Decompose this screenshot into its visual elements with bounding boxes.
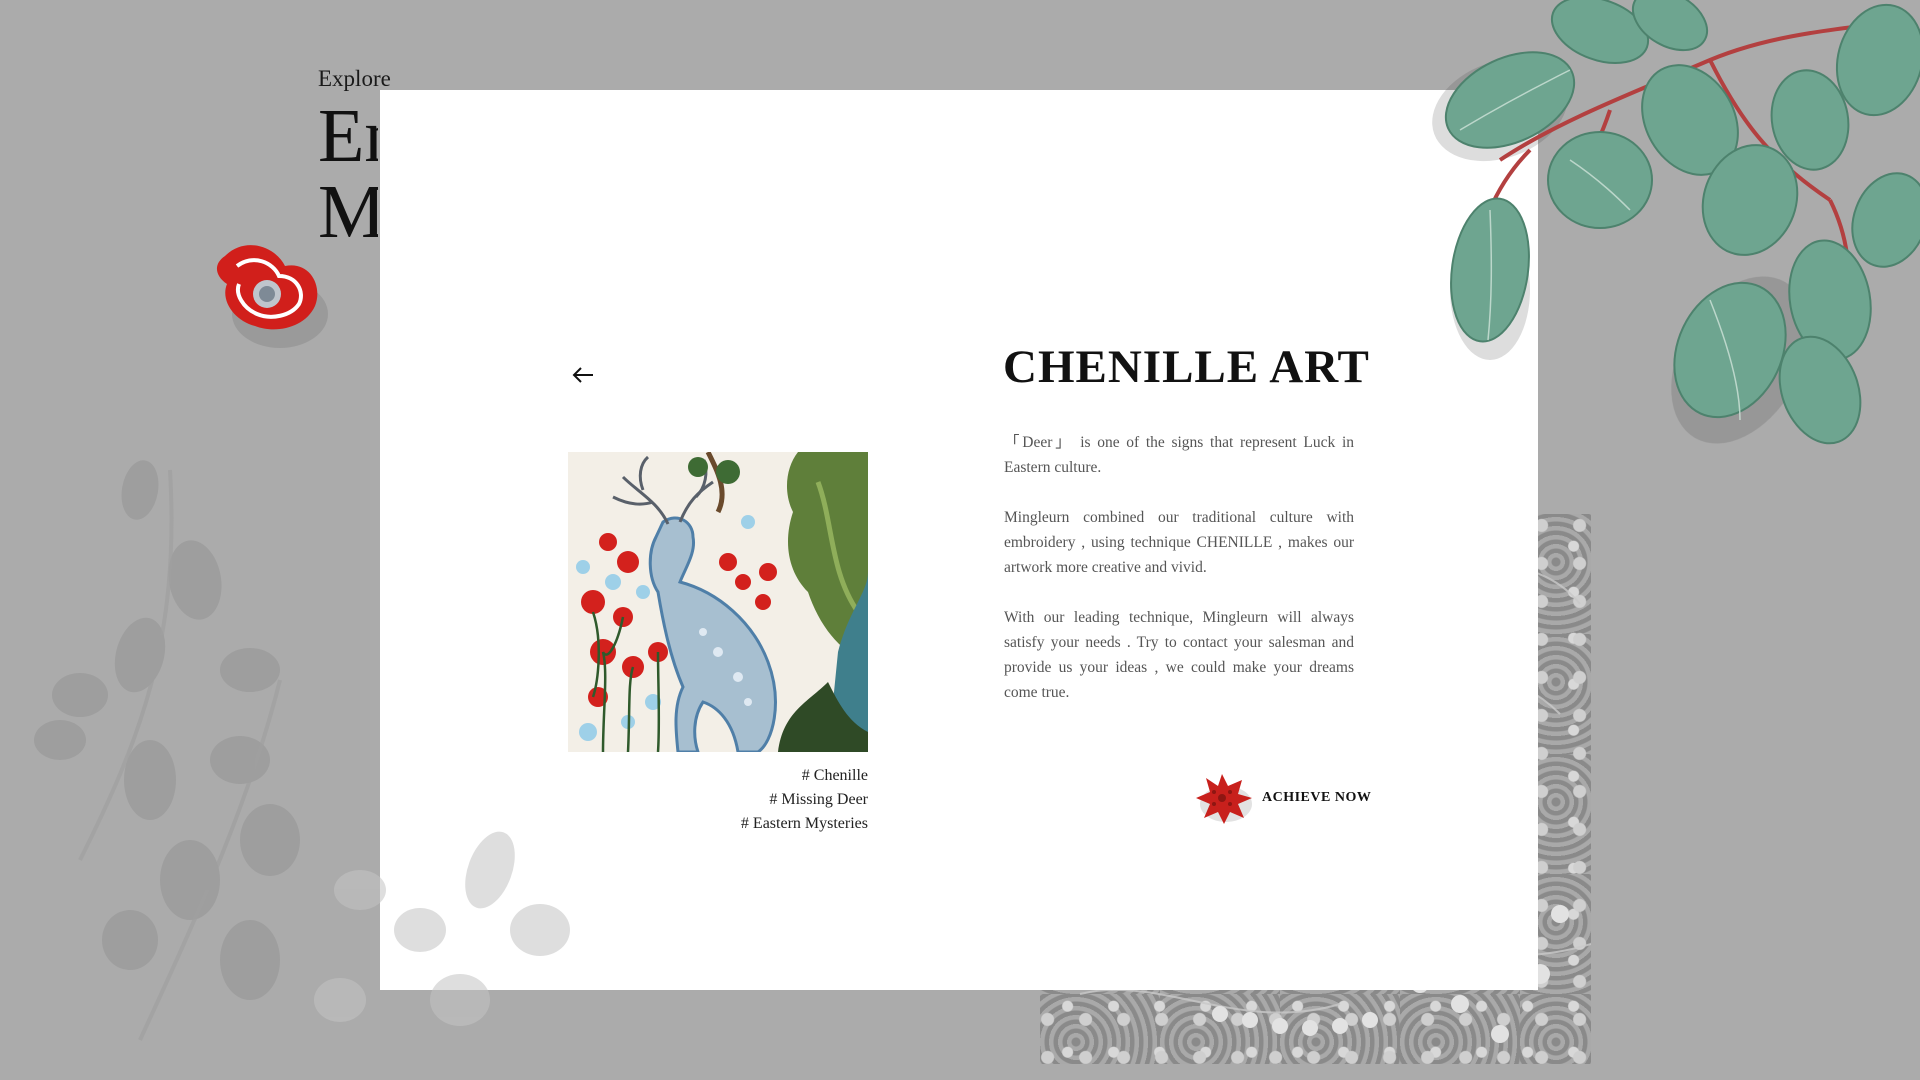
description-paragraph-1: 「Deer」 is one of the signs that represen… — [1004, 434, 1354, 476]
back-button[interactable] — [568, 360, 598, 390]
tag-eastern-mysteries[interactable]: # Eastern Mysteries — [568, 812, 868, 836]
description-paragraph-2: Mingleurn combined our traditional cultu… — [1004, 509, 1354, 576]
chenille-art-modal: # Chenille # Missing Deer # Eastern Myst… — [380, 90, 1538, 990]
achieve-now-label: ACHIEVE NOW — [1262, 790, 1372, 805]
tag-chenille[interactable]: # Chenille — [568, 764, 868, 788]
modal-title: CHENILLE ART — [1003, 341, 1370, 393]
background-headline: Em M — [318, 98, 378, 250]
background-headline-line-1: Em — [318, 98, 378, 178]
modal-description: 「Deer」 is one of the signs that represen… — [1004, 430, 1354, 730]
tag-missing-deer[interactable]: # Missing Deer — [568, 788, 868, 812]
achieve-now-button[interactable]: ACHIEVE NOW — [1192, 770, 1371, 826]
arrow-left-icon — [572, 367, 593, 383]
deer-embroidery-artwork — [568, 452, 868, 752]
red-poppy-decoration — [216, 245, 328, 348]
tag-list: # Chenille # Missing Deer # Eastern Myst… — [568, 764, 868, 836]
description-paragraph-3: With our leading technique, Mingleurn wi… — [1004, 609, 1354, 701]
explore-label: Explore — [318, 66, 391, 91]
red-flower-icon — [1196, 774, 1252, 824]
